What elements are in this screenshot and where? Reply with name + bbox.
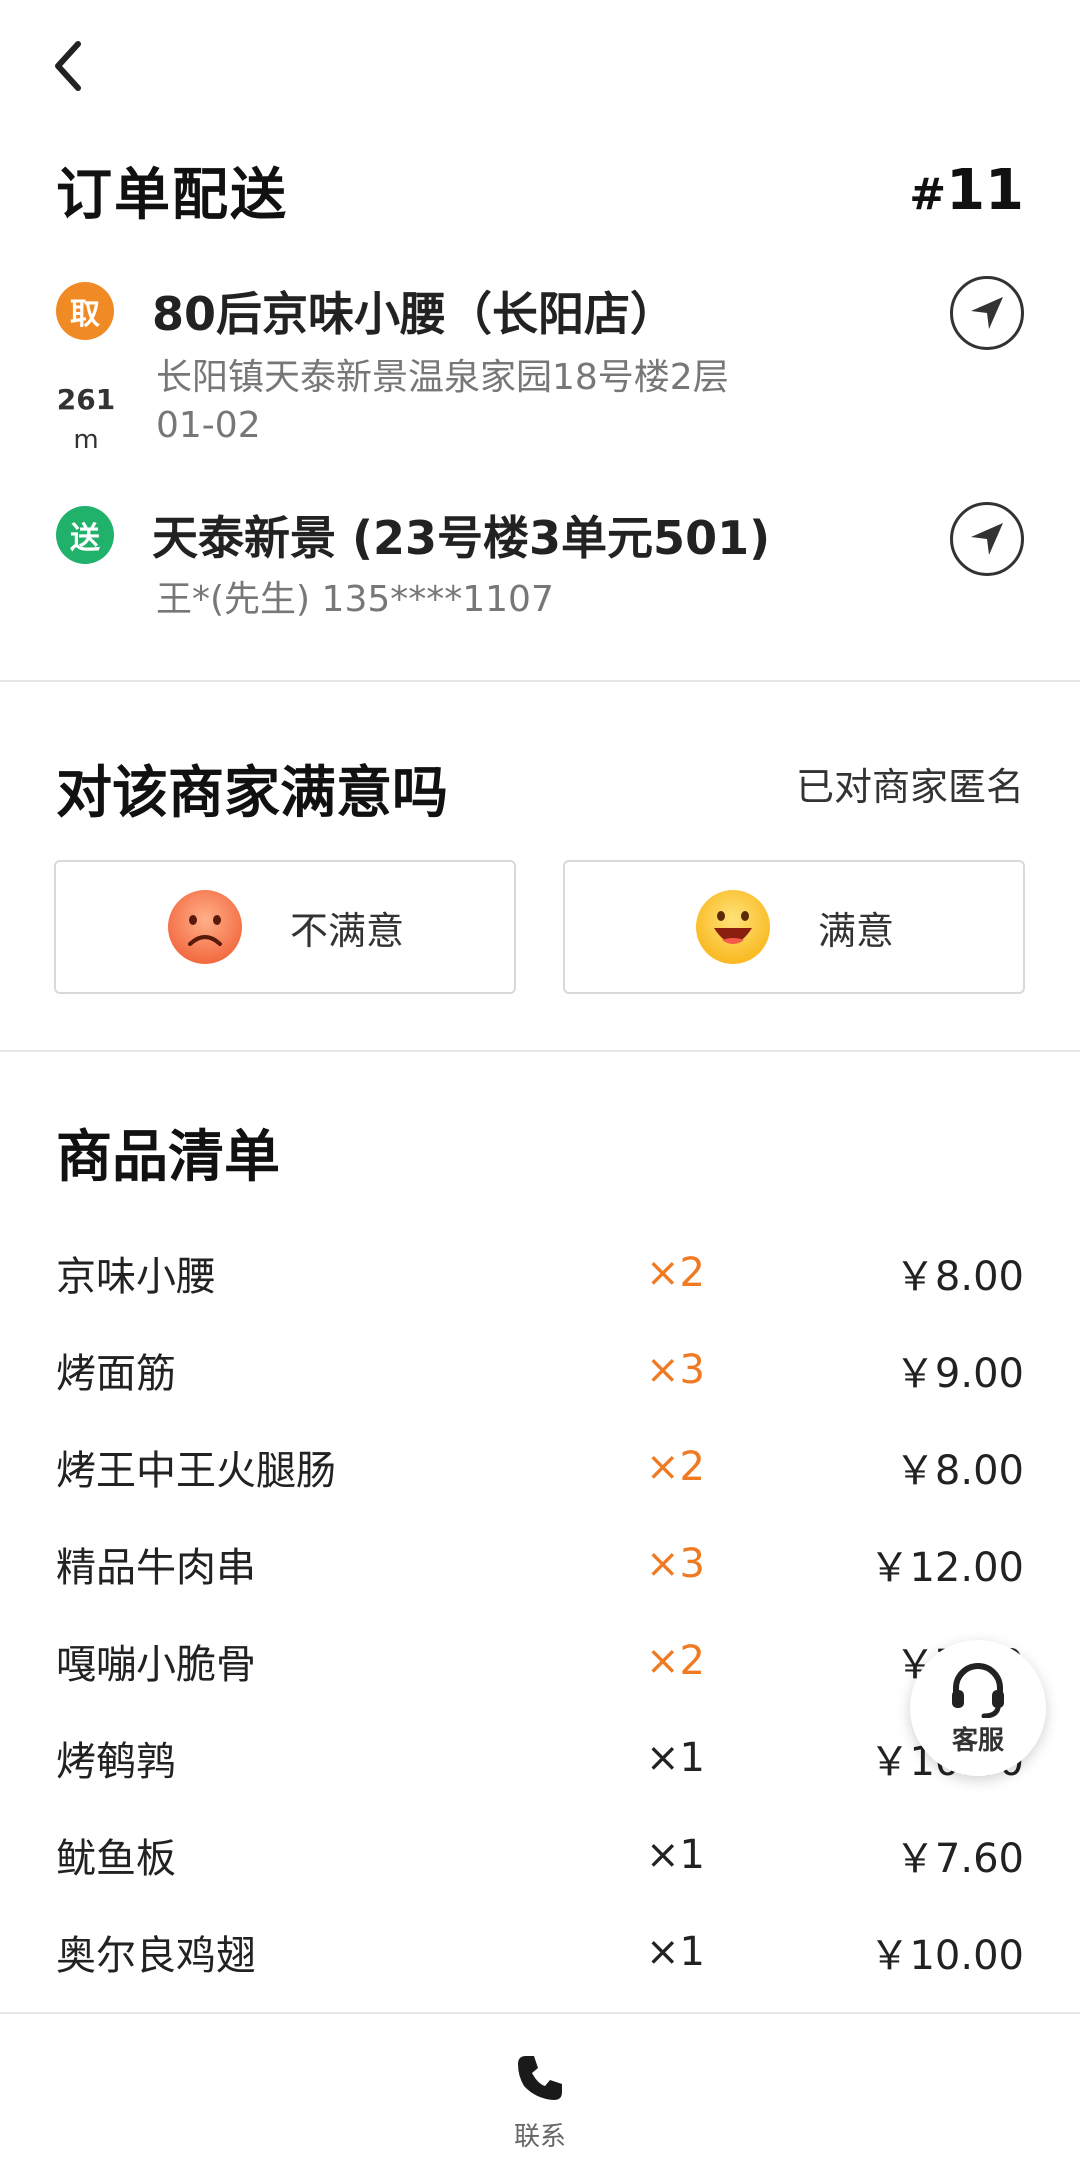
product-price: ￥12.00 <box>869 1544 1024 1591</box>
satisfaction-title: 对该商家满意吗 <box>56 761 448 826</box>
sad-face-icon <box>167 890 242 964</box>
chevron-left-icon <box>55 41 81 91</box>
unsatisfied-button[interactable]: 不满意 <box>54 860 516 994</box>
product-list-title: 商品清单 <box>56 1125 280 1190</box>
product-row: 烤面筋 ×3 ￥9.00 <box>56 1321 1024 1418</box>
product-price: ￥10.00 <box>869 1932 1024 1979</box>
back-button[interactable] <box>48 26 128 106</box>
delivery-section: 送 天泰新景 (23号楼3单元501) 王*(先生) 135****1107 <box>56 502 1024 632</box>
pickup-navigate-button[interactable] <box>950 276 1024 350</box>
pickup-address: 长阳镇天泰新景温泉家园18号楼2层 01-02 <box>156 354 729 450</box>
pickup-badge: 取 <box>56 282 114 340</box>
pickup-distance: 261 m <box>56 380 116 460</box>
pickup-store-name: 80后京味小腰（长阳店） <box>152 287 677 341</box>
product-qty: ×2 <box>646 1637 705 1684</box>
delivery-customer: 王*(先生) 135****1107 <box>156 579 554 620</box>
navigation-arrow-icon <box>971 523 1003 555</box>
order-number: #11 <box>909 158 1024 223</box>
product-qty: ×1 <box>646 1831 705 1878</box>
order-number-value: 11 <box>946 158 1024 223</box>
product-qty: ×3 <box>646 1540 705 1587</box>
contact-button[interactable]: 联系 <box>470 2032 610 2172</box>
pickup-address-line2: 01-02 <box>156 405 261 446</box>
product-name: 京味小腰 <box>56 1253 216 1300</box>
phone-icon <box>518 2055 562 2100</box>
product-name: 烤王中王火腿肠 <box>56 1447 336 1494</box>
product-price: ￥7.60 <box>894 1835 1024 1882</box>
contact-label: 联系 <box>513 2121 566 2152</box>
product-qty: ×2 <box>646 1249 705 1296</box>
product-name: 鱿鱼板 <box>56 1835 176 1882</box>
satisfied-button[interactable]: 满意 <box>563 860 1025 994</box>
order-header: 订单配送 #11 <box>56 150 1024 231</box>
product-qty: ×3 <box>646 1346 705 1393</box>
happy-face-icon <box>695 890 770 964</box>
distance-value: 261 <box>56 383 116 416</box>
navigation-arrow-icon <box>971 297 1003 329</box>
delivery-address-name: 天泰新景 (23号楼3单元501) <box>152 511 771 565</box>
product-row: 嘎嘣小脆骨 ×2 ￥7.00 <box>56 1612 1024 1709</box>
section-divider <box>0 680 1080 682</box>
pickup-section: 取 80后京味小腰（长阳店） 261 m 长阳镇天泰新景温泉家园18号楼2层 0… <box>56 276 1024 466</box>
product-row: 奥尔良鸡翅 ×1 ￥10.00 <box>56 1903 1024 2000</box>
unsatisfied-label: 不满意 <box>289 908 404 953</box>
order-number-hash: # <box>909 169 947 220</box>
section-divider <box>0 1050 1080 1052</box>
headset-icon <box>952 1662 1004 1718</box>
customer-service-button[interactable]: 客服 <box>910 1640 1046 1776</box>
delivery-navigate-button[interactable] <box>950 502 1024 576</box>
product-row: 鱿鱼板 ×1 ￥7.60 <box>56 1806 1024 1903</box>
product-row: 烤鹌鹑 ×1 ￥10.00 <box>56 1709 1024 1806</box>
pickup-address-line1: 长阳镇天泰新景温泉家园18号楼2层 <box>156 357 729 398</box>
delivery-badge: 送 <box>56 506 114 564</box>
product-row: 烤王中王火腿肠 ×2 ￥8.00 <box>56 1418 1024 1515</box>
product-qty: ×1 <box>646 1928 705 1975</box>
product-row: 精品牛肉串 ×3 ￥12.00 <box>56 1515 1024 1612</box>
product-qty: ×1 <box>646 1734 705 1781</box>
product-list: 京味小腰 ×2 ￥8.00 烤面筋 ×3 ￥9.00 烤王中王火腿肠 ×2 ￥8… <box>56 1224 1024 2000</box>
anonymous-status: 已对商家匿名 <box>795 765 1024 809</box>
product-price: ￥8.00 <box>894 1447 1024 1494</box>
bottom-bar: 联系 <box>0 2012 1080 2176</box>
product-qty: ×2 <box>646 1443 705 1490</box>
order-delivery-page: 订单配送 #11 取 80后京味小腰（长阳店） 261 m 长阳镇天泰新景温泉家… <box>0 0 1080 2176</box>
distance-unit: m <box>73 425 99 455</box>
product-row: 京味小腰 ×2 ￥8.00 <box>56 1224 1024 1321</box>
product-price: ￥9.00 <box>894 1350 1024 1397</box>
customer-service-label: 客服 <box>951 1725 1004 1756</box>
satisfied-label: 满意 <box>817 908 894 953</box>
product-name: 嘎嘣小脆骨 <box>56 1641 256 1688</box>
product-name: 烤面筋 <box>56 1350 176 1397</box>
product-price: ￥8.00 <box>894 1253 1024 1300</box>
page-title: 订单配送 <box>56 163 288 228</box>
